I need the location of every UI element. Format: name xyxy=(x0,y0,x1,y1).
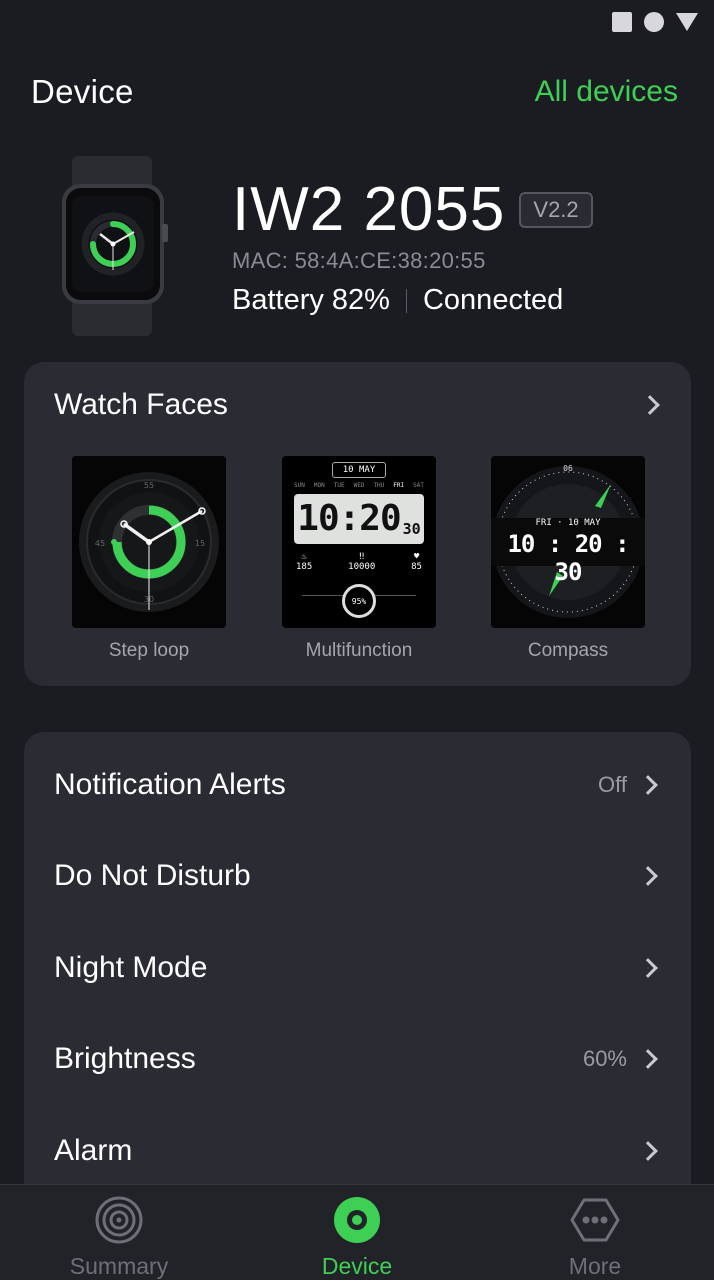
row-right xyxy=(627,866,658,886)
compass-date: FRI · 10 MAY xyxy=(535,518,601,528)
mf-stats: ♨ 185 ‼ 10000 ♥ 85 xyxy=(296,552,422,572)
mf-seconds: 30 xyxy=(402,520,421,538)
row-right xyxy=(627,1141,658,1161)
nav-device[interactable]: Device xyxy=(238,1185,476,1280)
battery-status: Battery 82% xyxy=(232,284,390,316)
alarm-row[interactable]: Alarm xyxy=(24,1106,691,1196)
mf-battery-ring: 95% xyxy=(342,584,376,618)
mf-day: SUN xyxy=(294,482,305,489)
recent-apps-icon[interactable] xyxy=(612,12,632,32)
chevron-right-icon xyxy=(638,1049,658,1069)
compass-preview: 06 FRI · 10 MAY 10 : 20 : 30 xyxy=(491,456,645,628)
mf-day: MON xyxy=(313,482,325,489)
device-name: IW2 2055 xyxy=(232,175,506,244)
watch-faces-title: Watch Faces xyxy=(54,388,228,421)
smartwatch-image xyxy=(62,156,168,336)
nav-label: More xyxy=(568,1253,622,1279)
mf-date: 10 MAY xyxy=(332,462,386,478)
step-loop-dial: 55 45 15 30 xyxy=(72,456,226,628)
watch-face-label: Compass xyxy=(527,640,609,661)
mf-day: WED xyxy=(353,482,365,489)
mf-steps-value: 10000 xyxy=(348,562,376,572)
compass-time: 10 : 20 : 30 xyxy=(507,530,629,586)
page-title: Device xyxy=(31,73,134,110)
mf-lcd: 10:20 30 xyxy=(294,494,424,544)
page-header: Device All devices xyxy=(31,72,678,112)
mf-day-active: FRI xyxy=(393,482,405,489)
nav-more[interactable]: More xyxy=(476,1185,714,1280)
device-name-row: IW2 2055 V2.2 xyxy=(232,176,593,244)
mf-steps: ‼ 10000 xyxy=(348,552,375,572)
watch-face-multifunction[interactable]: 10 MAY SUN MON TUE WED THU FRI SAT 10:20… xyxy=(282,456,436,662)
row-label: Alarm xyxy=(54,1134,133,1167)
device-screen: Device All devices IW2 2055 V2.2 MAC: 58… xyxy=(0,0,714,1280)
flame-icon: ♨ xyxy=(301,552,307,562)
row-label: Notification Alerts xyxy=(54,768,286,801)
target-rings-icon xyxy=(95,1196,143,1244)
mf-calories: ♨ 185 xyxy=(296,552,312,572)
heart-icon: ♥ xyxy=(413,552,420,562)
row-right: Off xyxy=(598,772,658,798)
chevron-right-icon xyxy=(640,395,660,415)
step-loop-preview: 55 45 15 30 xyxy=(72,456,226,628)
mf-calories-value: 185 xyxy=(296,562,313,572)
svg-text:45: 45 xyxy=(95,539,105,548)
svg-text:55: 55 xyxy=(144,481,154,490)
status-divider xyxy=(405,288,407,313)
device-info: IW2 2055 V2.2 MAC: 58:4A:CE:38:20:55 Bat… xyxy=(232,176,593,317)
device-status-row: Battery 82% Connected xyxy=(232,284,593,317)
row-value: 60% xyxy=(582,1046,627,1071)
row-right: 60% xyxy=(582,1046,658,1072)
notification-alerts-row[interactable]: Notification Alerts Off xyxy=(24,740,691,830)
more-hexagon-icon xyxy=(570,1198,620,1242)
mf-day: TUE xyxy=(333,482,345,489)
watch-face-label: Step loop xyxy=(108,640,190,661)
mf-day: SAT xyxy=(413,482,424,489)
chevron-right-icon xyxy=(638,866,658,886)
watch-face-compass[interactable]: 06 FRI · 10 MAY 10 : 20 : 30 Compass xyxy=(491,456,645,662)
row-value: Off xyxy=(598,772,627,797)
row-label: Brightness xyxy=(54,1042,196,1075)
row-label: Night Mode xyxy=(54,951,208,984)
svg-text:15: 15 xyxy=(195,539,205,548)
home-icon[interactable] xyxy=(644,12,664,32)
nav-summary[interactable]: Summary xyxy=(0,1185,238,1280)
mf-battery-value: 95% xyxy=(351,596,367,606)
mf-heart: ♥ 85 xyxy=(411,552,422,572)
chevron-right-icon xyxy=(638,1141,658,1161)
do-not-disturb-row[interactable]: Do Not Disturb xyxy=(24,831,691,921)
device-dot-icon xyxy=(334,1197,380,1243)
multifunction-preview: 10 MAY SUN MON TUE WED THU FRI SAT 10:20… xyxy=(282,456,436,628)
all-devices-link[interactable]: All devices xyxy=(535,75,678,109)
brightness-row[interactable]: Brightness 60% xyxy=(24,1014,691,1104)
mac-address: MAC: 58:4A:CE:38:20:55 xyxy=(232,248,486,273)
back-icon[interactable] xyxy=(676,13,698,31)
mf-time: 10:20 xyxy=(297,498,401,539)
footsteps-icon: ‼ xyxy=(358,552,365,562)
chevron-right-icon xyxy=(638,775,658,795)
watch-face-label: Multifunction xyxy=(305,640,413,661)
row-label: Do Not Disturb xyxy=(54,859,251,892)
mf-heart-value: 85 xyxy=(411,562,422,572)
system-status-bar xyxy=(612,12,698,32)
connection-status: Connected xyxy=(422,284,564,316)
chevron-right-icon xyxy=(638,958,658,978)
compass-top-mark: 06 xyxy=(563,464,573,473)
night-mode-row[interactable]: Night Mode xyxy=(24,923,691,1013)
mf-day: THU xyxy=(373,482,385,489)
nav-label: Device xyxy=(321,1253,393,1279)
watch-face-step-loop[interactable]: 55 45 15 30 Step loop xyxy=(72,456,226,662)
mf-weekdays: SUN MON TUE WED THU FRI SAT xyxy=(294,482,424,489)
bottom-navigation: Summary Device More xyxy=(0,1184,714,1280)
nav-label: Summary xyxy=(69,1253,169,1279)
watch-faces-card: Watch Faces 55 45 15 30 Step loop 10 MAY… xyxy=(24,362,691,686)
firmware-badge: V2.2 xyxy=(519,192,593,228)
row-right xyxy=(627,958,658,978)
watch-faces-header[interactable]: Watch Faces xyxy=(54,388,660,422)
